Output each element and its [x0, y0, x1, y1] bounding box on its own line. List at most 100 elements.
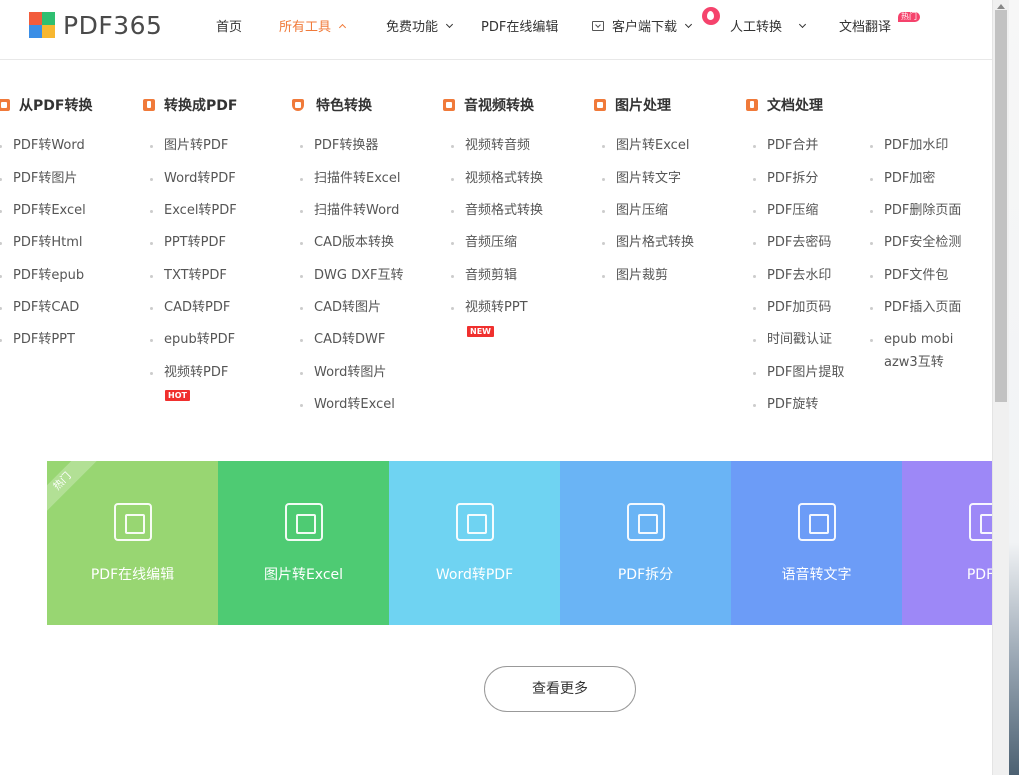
menu-item-image-to-text[interactable]: 图片转文字	[601, 171, 681, 187]
document-icon	[746, 99, 758, 111]
nav-free-features-label: 免费功能	[386, 20, 439, 35]
menu-item-video-to-pdf[interactable]: 视频转PDF	[149, 365, 228, 381]
menu-col-document-title: 文档处理	[746, 95, 823, 115]
tile-word-to-pdf[interactable]: Word转PDF	[389, 461, 560, 625]
tile-speech-to-text[interactable]: 语音转文字	[731, 461, 902, 625]
tile-label: 语音转文字	[781, 567, 852, 583]
hot-ribbon: 热门	[47, 461, 98, 517]
menu-item-pdf-image-extract[interactable]: PDF图片提取	[752, 365, 844, 381]
menu-item-scan-to-word[interactable]: 扫描件转Word	[299, 203, 399, 219]
nav-manual-convert[interactable]: 人工转换	[730, 16, 807, 35]
menu-item-ppt-to-pdf[interactable]: PPT转PDF	[150, 235, 226, 251]
menu-item-azw3[interactable]: azw3互转	[884, 355, 944, 371]
menu-item-pdf-to-word[interactable]: PDF转Word	[0, 138, 85, 154]
tile-label: 图片转Excel	[263, 567, 344, 583]
menu-item-cad-to-dwf[interactable]: CAD转DWF	[299, 332, 385, 348]
nav-manual-convert-label: 人工转换	[730, 20, 783, 35]
menu-item-pdf-split[interactable]: PDF拆分	[752, 171, 818, 187]
menu-item-image-format[interactable]: 图片格式转换	[601, 235, 694, 251]
menu-item-pdf-compress[interactable]: PDF压缩	[752, 203, 818, 219]
menu-item-dwg-dxf[interactable]: DWG DXF互转	[299, 268, 403, 284]
tile-image-to-excel[interactable]: 图片转Excel	[218, 461, 389, 625]
menu-item-video-format[interactable]: 视频格式转换	[450, 171, 543, 187]
menu-item-pdf-remove-password[interactable]: PDF去密码	[752, 235, 831, 251]
menu-item-pdf-to-excel[interactable]: PDF转Excel	[0, 203, 86, 219]
chevron-up-icon	[338, 23, 347, 31]
nav-client-download[interactable]: 客户端下载	[592, 16, 693, 35]
menu-col-av-title: 音视频转换	[443, 95, 534, 115]
menu-item-audio-edit[interactable]: 音频剪辑	[450, 268, 517, 284]
menu-item-pdf-merge[interactable]: PDF合并	[752, 138, 818, 154]
menu-item-pdf-to-epub[interactable]: PDF转epub	[0, 268, 84, 284]
menu-item-pdf-to-ppt[interactable]: PDF转PPT	[0, 332, 75, 348]
menu-item-word-to-pdf[interactable]: Word转PDF	[150, 171, 236, 187]
menu-item-pdf-insert-page[interactable]: PDF插入页面	[869, 300, 961, 316]
menu-item-excel-to-pdf[interactable]: Excel转PDF	[150, 203, 237, 219]
menu-item-pdf-to-html[interactable]: PDF转Html	[0, 235, 82, 251]
chevron-down-icon	[798, 20, 807, 28]
menu-item-word-to-excel[interactable]: Word转Excel	[300, 397, 395, 413]
nav-pdf-online-edit[interactable]: PDF在线编辑	[481, 16, 558, 35]
menu-item-pdf-to-image[interactable]: PDF转图片	[0, 171, 77, 187]
vertical-scrollbar[interactable]	[992, 0, 1009, 775]
chevron-down-icon	[684, 20, 693, 28]
menu-item-pdf-add-watermark[interactable]: PDF加水印	[869, 138, 948, 154]
scroll-thumb[interactable]	[995, 10, 1007, 402]
tile-pdf-split[interactable]: PDF拆分	[560, 461, 731, 625]
nav-all-tools[interactable]: 所有工具	[279, 16, 347, 35]
menu-item-pdf-package[interactable]: PDF文件包	[869, 268, 948, 284]
menu-item-pdf-rotate[interactable]: PDF旋转	[752, 397, 818, 413]
scroll-up-icon[interactable]	[997, 4, 1005, 9]
nav-all-tools-label: 所有工具	[279, 20, 332, 35]
menu-item-pdf-encrypt[interactable]: PDF加密	[869, 171, 935, 187]
menu-item-word-to-image[interactable]: Word转图片	[299, 365, 386, 381]
menu-item-epub-mobi[interactable]: epub mobi	[869, 332, 953, 348]
menu-item-audio-format[interactable]: 音频格式转换	[450, 203, 543, 219]
nav-home[interactable]: 首页	[216, 16, 242, 35]
menu-item-cad-to-pdf[interactable]: CAD转PDF	[149, 300, 230, 316]
desktop-edge	[1009, 0, 1019, 775]
chevron-down-icon	[445, 20, 454, 28]
menu-item-image-to-pdf[interactable]: 图片转PDF	[149, 138, 228, 154]
menu-col-from-pdf-title: 从PDF转换	[0, 95, 92, 115]
speech-to-text-icon	[798, 503, 836, 541]
nav-home-label: 首页	[216, 20, 243, 35]
top-nav: 首页 所有工具 免费功能 PDF在线编辑 客户端下载 人工转换 文档翻译 热门	[0, 0, 992, 50]
tile-pdf-add[interactable]: PDF加	[902, 461, 992, 625]
nav-doc-translate-label: 文档翻译	[839, 20, 892, 35]
menu-item-pdf-delete-page[interactable]: PDF删除页面	[869, 203, 961, 219]
menu-item-pdf-to-cad[interactable]: PDF转CAD	[0, 300, 79, 316]
menu-item-audio-compress[interactable]: 音频压缩	[450, 235, 517, 251]
menu-item-epub-to-pdf[interactable]: epub转PDF	[149, 332, 235, 348]
tile-label: PDF加	[966, 567, 992, 583]
menu-item-pdf-converter[interactable]: PDF转换器	[299, 138, 378, 154]
nav-pdf-online-edit-label: PDF在线编辑	[481, 20, 559, 35]
hot-badge: 热门	[898, 12, 920, 22]
menu-item-scan-to-excel[interactable]: 扫描件转Excel	[299, 171, 400, 187]
menu-item-cad-to-image[interactable]: CAD转图片	[300, 300, 381, 316]
menu-item-image-to-excel[interactable]: 图片转Excel	[601, 138, 689, 154]
word-icon	[456, 503, 494, 541]
split-icon	[627, 503, 665, 541]
header: PDF365 首页 所有工具 免费功能 PDF在线编辑 客户端下载 人工转换 文…	[0, 0, 992, 60]
menu-item-video-to-audio[interactable]: 视频转音频	[450, 138, 530, 154]
tile-pdf-online-edit[interactable]: 热门 PDF在线编辑	[47, 461, 218, 625]
convert-to-pdf-icon	[143, 99, 155, 111]
fire-icon	[702, 7, 720, 25]
menu-item-cad-version[interactable]: CAD版本转换	[300, 235, 394, 251]
menu-item-pdf-remove-watermark[interactable]: PDF去水印	[752, 268, 831, 284]
menu-item-image-compress[interactable]: 图片压缩	[601, 203, 668, 219]
menu-col-image-title: 图片处理	[594, 95, 671, 115]
tile-label: PDF拆分	[617, 567, 674, 583]
nav-free-features[interactable]: 免费功能	[386, 16, 454, 35]
menu-item-txt-to-pdf[interactable]: TXT转PDF	[150, 268, 227, 284]
featured-tools: 热门 PDF在线编辑 图片转Excel Word转PDF PDF拆分 语音转文字…	[47, 461, 992, 625]
view-more-button[interactable]: 查看更多	[484, 666, 636, 712]
menu-item-timestamp[interactable]: 时间戳认证	[752, 332, 832, 348]
nav-doc-translate[interactable]: 文档翻译	[839, 16, 891, 35]
menu-item-video-to-ppt[interactable]: 视频转PPT	[451, 300, 528, 316]
convert-from-pdf-icon	[0, 99, 10, 111]
menu-item-image-crop[interactable]: 图片裁剪	[601, 268, 668, 284]
menu-item-pdf-security-check[interactable]: PDF安全检测	[869, 235, 961, 251]
menu-item-pdf-page-number[interactable]: PDF加页码	[752, 300, 831, 316]
